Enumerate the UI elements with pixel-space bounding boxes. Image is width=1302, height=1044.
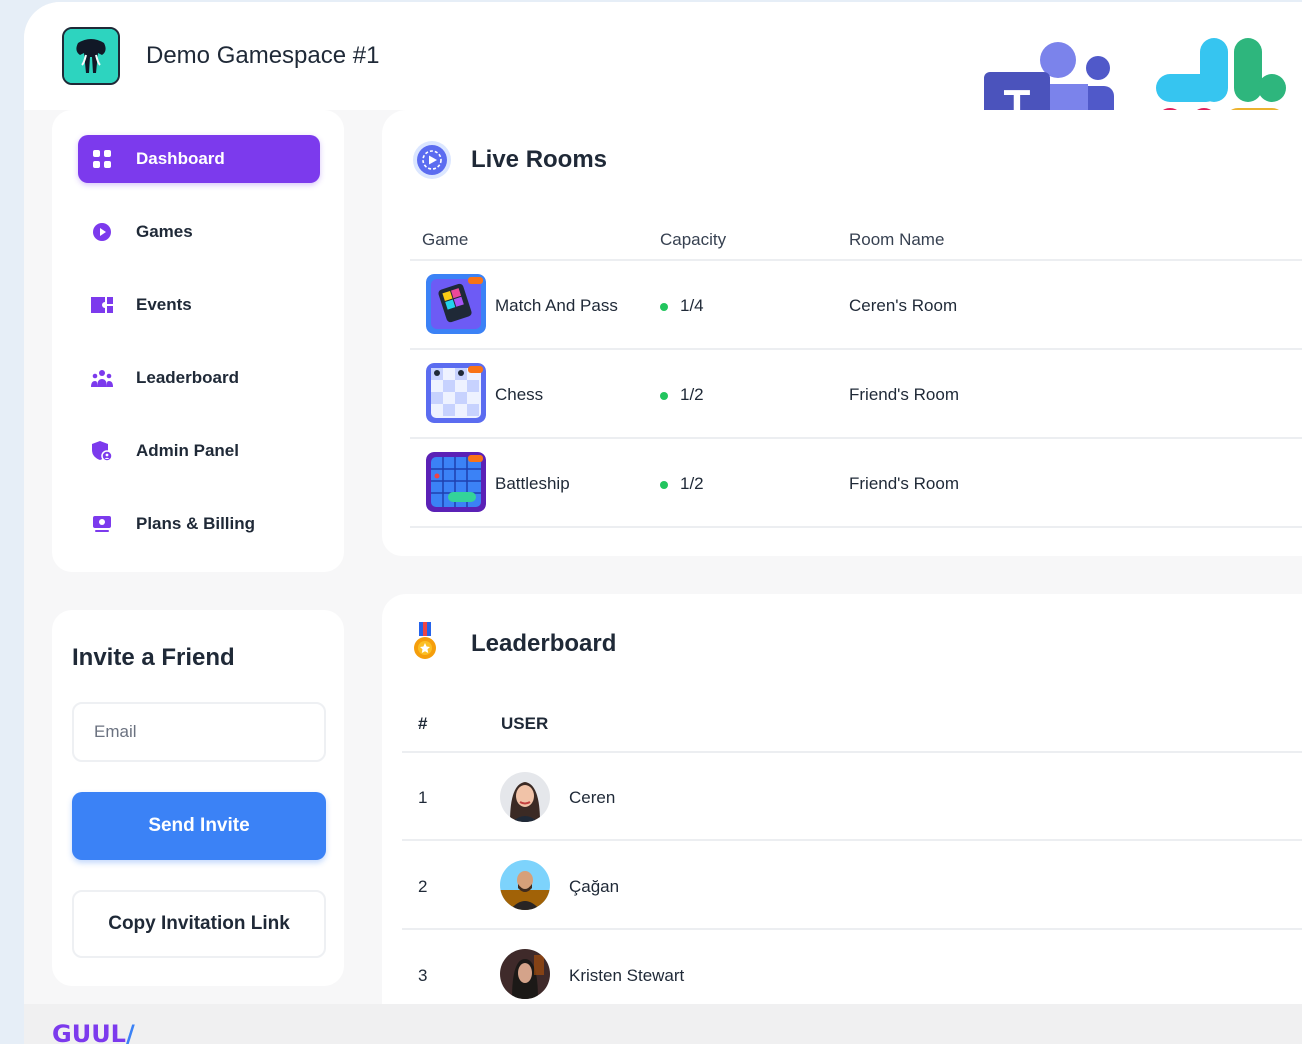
battleship-thumbnail <box>426 452 486 512</box>
rank-value: 3 <box>418 966 428 985</box>
sidebar-item-label: Games <box>136 222 193 241</box>
capacity-value: 1/2 <box>680 385 704 404</box>
sidebar-item-label: Admin Panel <box>136 441 239 460</box>
column-header-capacity: Capacity <box>660 230 727 249</box>
user-name: Ceren <box>569 788 616 807</box>
leaderboard-title: Leaderboard <box>471 630 617 657</box>
live-rooms-title: Live Rooms <box>471 146 608 173</box>
row-divider <box>410 526 1302 528</box>
sidebar-item-leaderboard[interactable]: Leaderboard <box>78 354 320 402</box>
online-status-dot <box>660 480 668 489</box>
workspace-title: Demo Gamespace #1 <box>146 42 380 69</box>
sidebar-item-dashboard[interactable]: Dashboard <box>78 135 320 183</box>
online-status-dot <box>660 391 668 400</box>
footer: GUUL/ <box>24 1004 1302 1044</box>
workspace-logo[interactable] <box>62 27 120 85</box>
column-header-room-name: Room Name <box>849 230 945 249</box>
row-divider <box>402 928 1302 930</box>
game-name: Match And Pass <box>495 296 618 315</box>
room-name: Friend's Room <box>849 385 960 404</box>
users-icon <box>90 366 114 390</box>
invite-friend-card: Invite a Friend Send Invite Copy Invitat… <box>52 610 344 986</box>
game-name: Chess <box>495 385 544 404</box>
shield-user-icon <box>90 439 114 463</box>
guul-brand-logo: GUUL/ <box>52 1020 135 1044</box>
column-header-user: USER <box>501 714 549 733</box>
sidebar-item-events[interactable]: Events <box>78 281 320 329</box>
rank-value: 2 <box>418 877 428 896</box>
brand-slash: / <box>125 1020 135 1044</box>
match-and-pass-thumbnail <box>426 274 486 334</box>
row-divider <box>410 437 1302 439</box>
capacity-value: 1/4 <box>680 296 704 315</box>
capacity-cell: 1/4 <box>660 296 704 316</box>
sidebar-item-label: Leaderboard <box>136 368 239 387</box>
user-name: Çağan <box>569 877 620 896</box>
grid-icon <box>90 147 114 171</box>
room-name: Friend's Room <box>849 474 960 493</box>
column-header-game: Game <box>422 230 469 249</box>
rank-value: 1 <box>418 788 428 807</box>
avatar <box>500 772 550 822</box>
sidebar-item-plans-billing[interactable]: Plans & Billing <box>78 500 320 548</box>
medal-icon <box>414 622 436 659</box>
sidebar-item-games[interactable]: Games <box>78 208 320 256</box>
row-divider <box>410 348 1302 350</box>
capacity-cell: 1/2 <box>660 385 704 405</box>
capacity-value: 1/2 <box>680 474 704 493</box>
header-divider <box>410 259 1302 261</box>
avatar <box>500 949 550 999</box>
game-name: Battleship <box>495 474 570 493</box>
chess-thumbnail <box>426 363 486 423</box>
invite-title: Invite a Friend <box>72 644 235 671</box>
online-status-dot <box>660 302 668 311</box>
play-circle-icon <box>90 220 114 244</box>
live-rooms-icon <box>413 141 451 179</box>
user-name: Kristen Stewart <box>569 966 685 985</box>
email-field[interactable] <box>72 702 326 762</box>
capacity-cell: 1/2 <box>660 474 704 494</box>
copy-invitation-link-button[interactable]: Copy Invitation Link <box>72 890 326 958</box>
row-divider <box>402 839 1302 841</box>
sidebar-nav: Dashboard Games Events Leaderboard Admin… <box>52 110 344 572</box>
billing-icon <box>90 512 114 536</box>
top-bar: Demo Gamespace #1 T <box>24 2 1302 168</box>
header-divider <box>402 751 1302 753</box>
room-name: Ceren's Room <box>849 296 958 315</box>
sidebar-item-admin-panel[interactable]: Admin Panel <box>78 427 320 475</box>
sidebar-item-label: Plans & Billing <box>136 514 256 533</box>
live-rooms-card: Live Rooms Game Capacity Room Name Match… <box>382 110 1302 556</box>
column-header-rank: # <box>418 714 428 733</box>
send-invite-button[interactable]: Send Invite <box>72 792 326 860</box>
brand-name: GUUL <box>52 1020 126 1044</box>
avatar <box>500 860 550 910</box>
leaderboard-card: Leaderboard # USER 1 Ceren 2 Çağan 3 Kri… <box>382 594 1302 1004</box>
sidebar-item-label: Events <box>136 295 192 314</box>
ticket-icon <box>90 293 114 317</box>
app-window: Demo Gamespace #1 T Dashboard Games Even… <box>24 2 1302 1044</box>
sidebar-item-label: Dashboard <box>136 149 225 168</box>
